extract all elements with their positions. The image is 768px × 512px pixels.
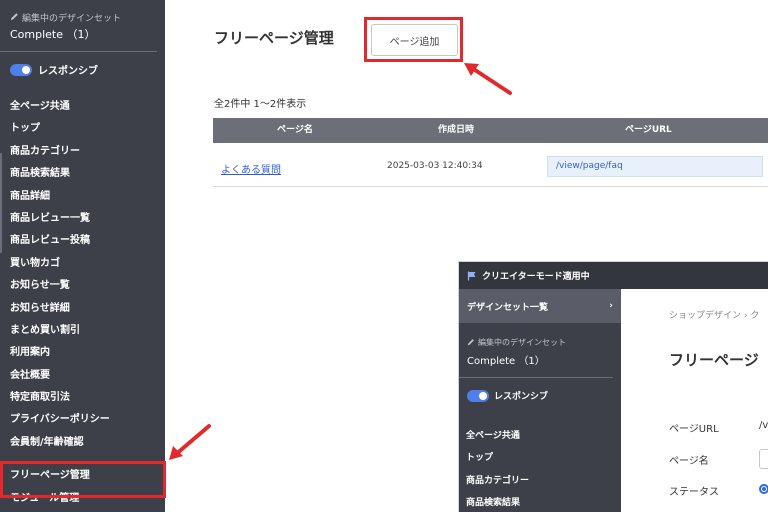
sidebar-item-company[interactable]: 会社概要 — [0, 365, 165, 387]
table-row: よくある質問 2025-03-03 12:40:34 /view/page/fa… — [213, 145, 768, 187]
inset-sidebar-item-category[interactable]: 商品カテゴリー — [459, 470, 621, 492]
inset-responsive-toggle-row[interactable]: レスポンシブ — [467, 389, 548, 402]
responsive-label: レスポンシブ — [38, 66, 98, 77]
column-header-created: 作成日時 — [438, 125, 475, 135]
design-set-label-row: 編集中のデザインセット — [10, 11, 121, 24]
page-name-link[interactable]: よくある質問 — [221, 161, 281, 176]
sidebar-item-age-check[interactable]: 会員制/年齢確認 — [0, 432, 165, 454]
result-count: 全2件中 1〜2件表示 — [214, 99, 307, 110]
sidebar: 編集中のデザインセット Complete （1） レスポンシブ 全ページ共通 ト… — [0, 0, 165, 512]
sidebar-item-news-list[interactable]: お知らせ一覧 — [0, 275, 165, 297]
inset-sidebar-nav: 全ページ共通 トップ 商品カテゴリー 商品検索結果 — [459, 425, 621, 512]
inset-sidebar-item-common[interactable]: 全ページ共通 — [459, 425, 621, 447]
sidebar-item-commerce-law[interactable]: 特定商取引法 — [0, 387, 165, 409]
sidebar-nav: 全ページ共通 トップ 商品カテゴリー 商品検索結果 商品詳細 商品レビュー一覧 … — [0, 96, 165, 510]
chevron-right-icon: › — [609, 301, 613, 311]
sidebar-item-search-results[interactable]: 商品検索結果 — [0, 163, 165, 185]
design-set-label: 編集中のデザインセット — [22, 14, 122, 24]
status-field-label: ステータス — [669, 487, 719, 498]
flag-icon — [467, 266, 477, 285]
sidebar-item-common[interactable]: 全ページ共通 — [0, 96, 165, 118]
creator-mode-bar: クリエイターモード適用中 — [459, 262, 768, 289]
inset-sidebar-item-top[interactable]: トップ — [459, 447, 621, 469]
inset-responsive-toggle[interactable] — [467, 389, 489, 402]
url-field-value[interactable]: /v — [759, 420, 768, 431]
sidebar-item-category[interactable]: 商品カテゴリー — [0, 141, 165, 163]
sidebar-item-free-page[interactable]: フリーページ管理 — [0, 465, 165, 487]
design-set-list-label: デザインセット一覧 — [467, 302, 549, 313]
design-set-name: Complete （1） — [10, 28, 96, 41]
inset-breadcrumb[interactable]: ショップデザイン › ク — [669, 308, 759, 321]
add-page-button[interactable]: ページ追加 — [371, 24, 458, 56]
sidebar-item-review-list[interactable]: 商品レビュー一覧 — [0, 208, 165, 230]
inset-page-title: フリーページ — [669, 351, 759, 369]
inset-screenshot: クリエイターモード適用中 デザインセット一覧 › 編集中のデザインセット Com… — [458, 261, 768, 512]
pencil-icon — [10, 12, 19, 24]
responsive-toggle[interactable] — [10, 63, 32, 76]
sidebar-item-product-detail[interactable]: 商品詳細 — [0, 186, 165, 208]
inset-divider — [459, 377, 613, 378]
inset-design-set-label-row: 編集中のデザインセット — [467, 337, 566, 348]
status-radio[interactable] — [759, 484, 768, 494]
sidebar-arrow-icon — [169, 424, 211, 460]
page-title: フリーページ管理 — [214, 29, 334, 47]
sidebar-item-cart[interactable]: 買い物カゴ — [0, 253, 165, 275]
page-name-field-label: ページ名 — [669, 456, 709, 467]
sidebar-item-top[interactable]: トップ — [0, 118, 165, 140]
column-header-page-name: ページ名 — [277, 125, 313, 135]
inset-main: ショップデザイン › ク フリーページ ページURL /v ページ名 ステータス — [621, 289, 768, 512]
table-header: ページ名 作成日時 ページURL — [213, 118, 768, 143]
add-button-arrow-icon — [464, 63, 512, 95]
inset-responsive-label: レスポンシブ — [494, 392, 549, 402]
sidebar-item-module[interactable]: モジュール管理 — [0, 488, 165, 510]
created-date: 2025-03-03 12:40:34 — [387, 161, 483, 171]
sidebar-item-bulk-discount[interactable]: まとめ買い割引 — [0, 320, 165, 342]
page-url-link[interactable]: /view/page/faq — [547, 156, 763, 177]
url-field-label: ページURL — [669, 424, 719, 435]
sidebar-item-news-detail[interactable]: お知らせ詳細 — [0, 298, 165, 320]
responsive-toggle-row[interactable]: レスポンシブ — [10, 62, 98, 77]
creator-mode-text: クリエイターモード適用中 — [482, 272, 590, 282]
inset-design-set-name: Complete （1） — [467, 356, 545, 367]
pencil-icon — [467, 338, 475, 348]
page-name-input[interactable] — [759, 449, 768, 469]
sidebar-item-guide[interactable]: 利用案内 — [0, 342, 165, 364]
column-header-page-url: ページURL — [625, 125, 672, 135]
sidebar-item-privacy[interactable]: プライバシーポリシー — [0, 409, 165, 431]
inset-sidebar: デザインセット一覧 › 編集中のデザインセット Complete （1） レスポ… — [459, 289, 621, 512]
inset-design-set-label: 編集中のデザインセット — [478, 338, 566, 347]
inset-sidebar-item-search-results[interactable]: 商品検索結果 — [459, 492, 621, 512]
sidebar-divider — [0, 51, 157, 52]
sidebar-item-review-post[interactable]: 商品レビュー投稿 — [0, 230, 165, 252]
design-set-list-link[interactable]: デザインセット一覧 › — [459, 289, 621, 323]
